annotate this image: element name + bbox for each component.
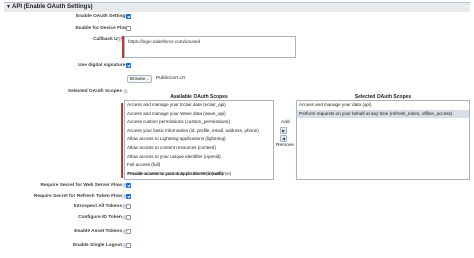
enable-oauth-label: Enable OAuth Settings — [76, 14, 128, 19]
digital-signatures-checkbox[interactable] — [126, 63, 131, 68]
list-item[interactable]: Access and manage your data (api) — [297, 101, 469, 110]
configure-id-token-label: Configure ID Token — [78, 215, 122, 220]
add-label: Add — [281, 120, 290, 125]
introspect-tokens-label: Introspect All Tokens — [73, 204, 122, 209]
list-item[interactable]: Full access (full) — [125, 161, 273, 170]
enable-single-logout-checkbox[interactable] — [126, 243, 131, 248]
list-item[interactable]: Access custom permissions (custom_permis… — [125, 118, 273, 127]
configure-id-token-checkbox[interactable] — [126, 215, 131, 220]
require-secret-ws-label: Require Secret for Web Server Flow — [40, 183, 122, 188]
list-item[interactable]: Access and manage your Wave data (wave_a… — [125, 110, 273, 119]
list-item[interactable]: Perform requests on your behalf at any t… — [297, 109, 469, 119]
remove-arrow-button[interactable]: ◀ — [280, 135, 287, 142]
digital-signatures-label: Use digital signatures — [78, 63, 128, 68]
enable-asset-tokens-label: Enable Asset Tokens — [74, 229, 122, 234]
required-marker — [121, 103, 123, 178]
enable-single-logout-label: Enable Single Logout — [72, 243, 122, 248]
section-title: API (Enable OAuth Settings) — [12, 4, 93, 10]
available-scopes-list[interactable]: Access and manage your Eclair data (ecla… — [124, 100, 274, 180]
list-item[interactable]: Allow access to content resources (conte… — [125, 144, 273, 153]
collapse-triangle-icon[interactable]: ▼ — [6, 3, 11, 12]
section-header[interactable]: ▼ API (Enable OAuth Settings) — [4, 2, 470, 12]
enable-asset-tokens-checkbox[interactable] — [126, 229, 131, 234]
require-secret-ws-checkbox[interactable] — [126, 183, 131, 188]
device-flow-checkbox[interactable] — [126, 26, 131, 31]
browse-button[interactable]: Browse... — [127, 75, 152, 83]
file-name: PublicCert.crt — [156, 76, 185, 81]
selected-scopes-label: Selected OAuth Scopes — [67, 89, 122, 94]
selected-scopes-list[interactable]: Access and manage your data (api) Perfor… — [296, 100, 470, 180]
add-arrow-button[interactable]: ▶ — [280, 127, 287, 134]
require-secret-refresh-checkbox[interactable] — [126, 194, 131, 199]
remove-label: Remove — [276, 143, 294, 148]
require-secret-refresh-label: Require Secret for Refresh Token Flow — [33, 194, 122, 199]
list-item[interactable]: Allow access to your unique identifier (… — [125, 153, 273, 162]
list-item[interactable]: Provide access to your data via the Web … — [124, 170, 274, 179]
list-item[interactable]: Access your basic information (id, profi… — [125, 127, 273, 136]
callback-url-textarea[interactable]: https://login.salesforce.com/unused — [124, 36, 296, 58]
enable-oauth-checkbox[interactable] — [126, 14, 131, 19]
list-item[interactable]: Access and manage your Eclair data (ecla… — [125, 101, 273, 110]
device-flow-label: Enable for Device Flow — [75, 26, 128, 31]
list-item[interactable]: Allow access to Lightning applications (… — [125, 135, 273, 144]
introspect-tokens-checkbox[interactable] — [126, 204, 131, 209]
